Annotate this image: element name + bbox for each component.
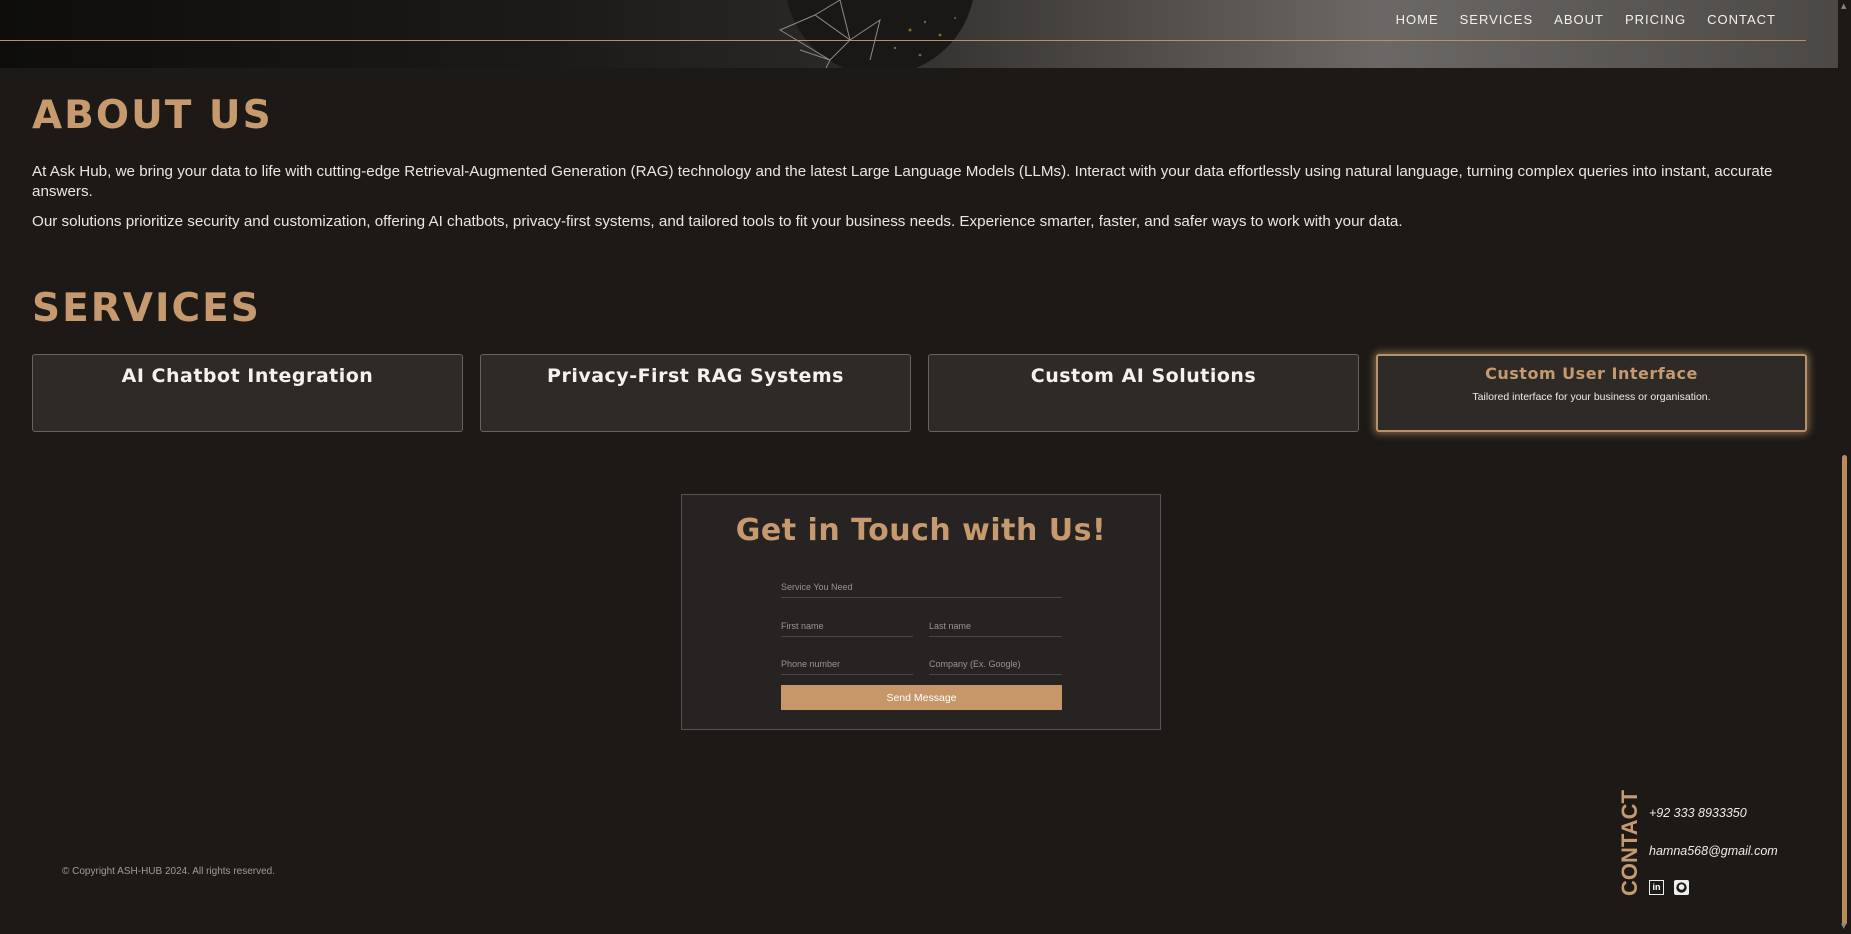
service-card-title: Custom AI Solutions — [1030, 365, 1257, 387]
about-paragraph-2: Our solutions prioritize security and cu… — [32, 213, 1403, 230]
nav-contact[interactable]: CONTACT — [1707, 12, 1776, 27]
company-input[interactable] — [929, 659, 1062, 669]
footer-contact-heading: CONTACT — [1617, 790, 1642, 896]
contact-form: Get in Touch with Us! Send Message — [681, 494, 1161, 730]
hero-globe-art — [778, 0, 973, 68]
service-input[interactable] — [781, 582, 1062, 592]
footer-phone[interactable]: +92 333 8933350 — [1649, 806, 1747, 820]
about-paragraph-1: At Ask Hub, we bring your data to life w… — [32, 163, 1773, 200]
nav-services[interactable]: SERVICES — [1460, 12, 1534, 27]
nav-home[interactable]: HOME — [1396, 12, 1439, 27]
nav-pricing[interactable]: PRICING — [1625, 12, 1686, 27]
company-field-wrapper — [929, 652, 1062, 675]
service-card-custom-ai[interactable]: Custom AI Solutions — [928, 354, 1359, 432]
service-card-title: Privacy-First RAG Systems — [547, 365, 844, 387]
linkedin-icon[interactable]: in — [1649, 880, 1664, 895]
page-scrollbar[interactable]: ▲ ▼ — [1838, 0, 1851, 934]
main-nav: HOME SERVICES ABOUT PRICING CONTACT — [1396, 12, 1776, 27]
last-name-field-wrapper — [929, 614, 1062, 637]
contact-form-title: Get in Touch with Us! — [735, 513, 1107, 548]
header-divider — [0, 40, 1806, 41]
first-name-input[interactable] — [781, 621, 913, 631]
nav-about[interactable]: ABOUT — [1554, 12, 1604, 27]
send-message-button[interactable]: Send Message — [781, 685, 1062, 710]
service-card-custom-ui[interactable]: Custom User Interface Tailored interface… — [1376, 354, 1807, 432]
first-name-field-wrapper — [781, 614, 913, 637]
service-card-description: Tailored interface for your business or … — [1472, 391, 1711, 403]
about-title: ABOUT US — [32, 93, 273, 138]
service-card-title: AI Chatbot Integration — [121, 365, 374, 387]
service-field-wrapper — [781, 575, 1062, 598]
scroll-down-arrow-icon[interactable]: ▼ — [1841, 922, 1846, 930]
phone-input[interactable] — [781, 659, 913, 669]
services-title: SERVICES — [32, 286, 261, 331]
service-card-rag[interactable]: Privacy-First RAG Systems — [480, 354, 911, 432]
copyright-text: © Copyright ASH-HUB 2024. All rights res… — [62, 866, 276, 877]
phone-field-wrapper — [781, 652, 913, 675]
service-card-chatbot[interactable]: AI Chatbot Integration — [32, 354, 463, 432]
scrollbar-thumb[interactable] — [1842, 455, 1847, 925]
hero-banner: HOME SERVICES ABOUT PRICING CONTACT — [0, 0, 1838, 68]
footer-email[interactable]: hamna568@gmail.com — [1649, 844, 1778, 858]
service-card-title: Custom User Interface — [1485, 364, 1698, 383]
github-glyph — [1676, 882, 1687, 893]
github-icon[interactable] — [1674, 880, 1689, 895]
last-name-input[interactable] — [929, 621, 1062, 631]
scroll-up-arrow-icon[interactable]: ▲ — [1841, 2, 1846, 10]
